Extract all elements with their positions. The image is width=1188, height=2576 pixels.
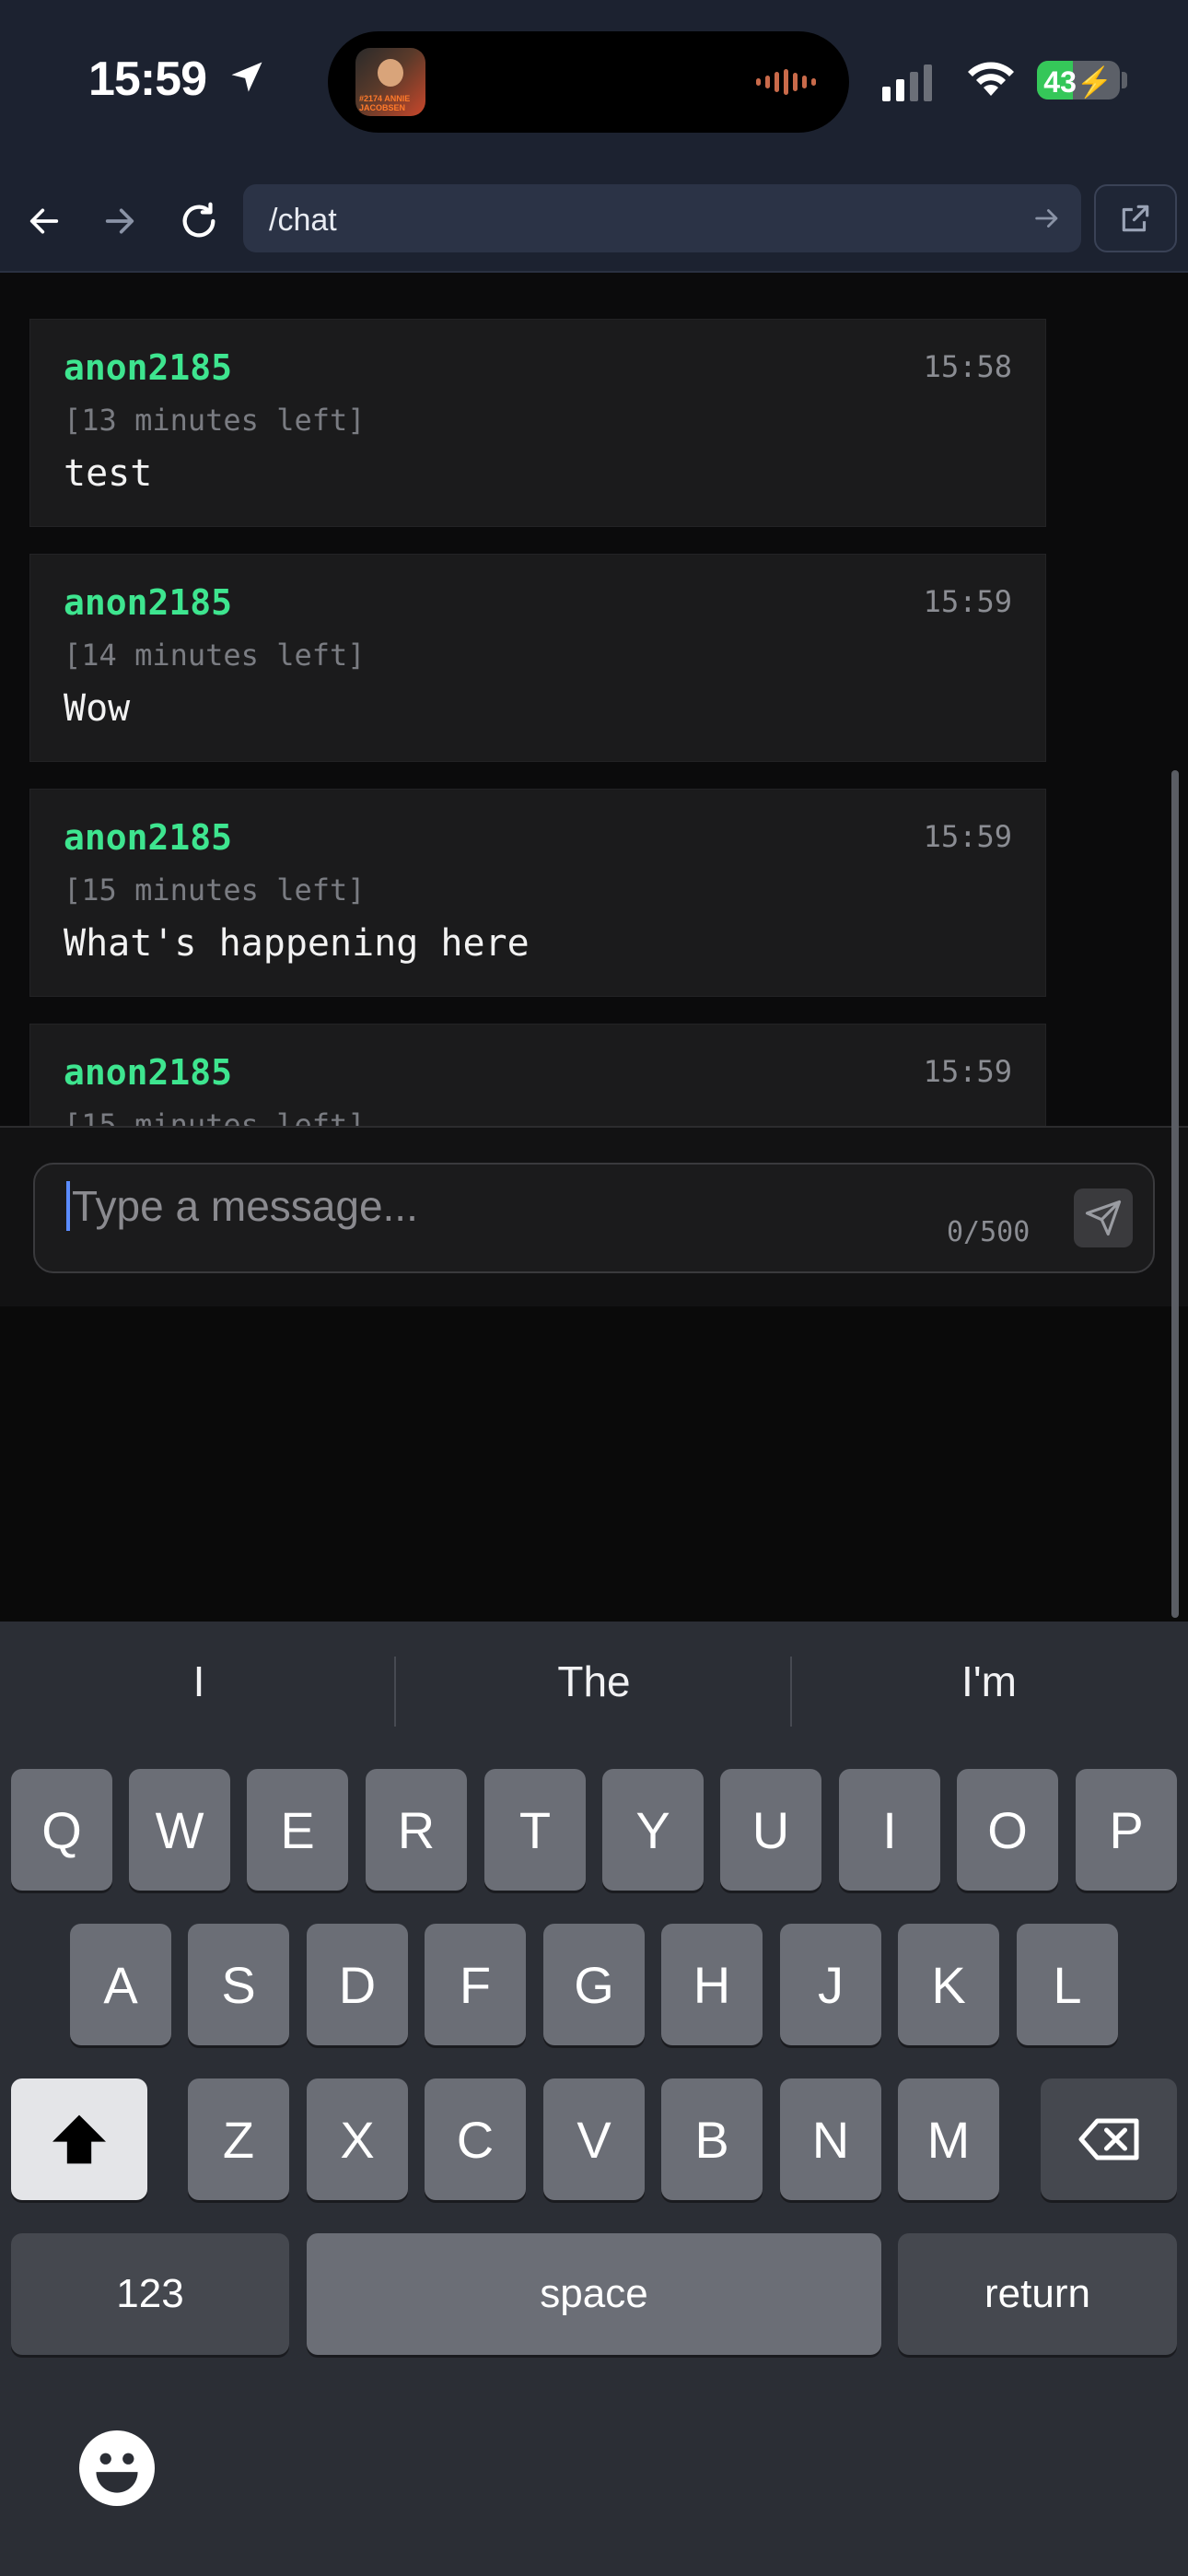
message-expiry: [15 minutes left]: [64, 872, 366, 907]
key-o[interactable]: O: [957, 1769, 1058, 1891]
wifi-icon: [968, 62, 1014, 96]
dynamic-island[interactable]: #2174 ANNIE JACOBSEN: [328, 31, 849, 133]
suggestion-divider: [790, 1657, 792, 1727]
message-username: anon2185: [64, 582, 233, 623]
key-y[interactable]: Y: [602, 1769, 704, 1891]
forward-button[interactable]: [92, 193, 147, 249]
key-z[interactable]: Z: [188, 2078, 289, 2200]
numbers-key[interactable]: 123: [11, 2233, 289, 2355]
location-arrow-icon: [231, 62, 262, 92]
suggestion-1[interactable]: I: [24, 1657, 374, 1706]
character-counter: 0/500: [947, 1216, 1031, 1248]
key-e[interactable]: E: [247, 1769, 348, 1891]
chat-message-list[interactable]: anon2185 15:58 [13 minutes left] test an…: [0, 273, 1188, 1126]
message-username: anon2185: [64, 1052, 233, 1093]
battery-percentage: 43⚡: [1043, 65, 1113, 99]
send-button[interactable]: [1074, 1188, 1133, 1247]
key-v[interactable]: V: [543, 2078, 645, 2200]
key-c[interactable]: C: [425, 2078, 526, 2200]
suggestion-2[interactable]: The: [419, 1657, 769, 1706]
battery-icon: 43⚡: [1037, 61, 1120, 100]
key-f[interactable]: F: [425, 1924, 526, 2045]
key-n[interactable]: N: [780, 2078, 881, 2200]
message-time: 15:58: [923, 349, 1012, 384]
battery-cap: [1122, 72, 1127, 88]
message-username: anon2185: [64, 817, 233, 858]
smiley-face-icon: [96, 2453, 138, 2493]
cellular-signal-icon: [882, 64, 932, 101]
back-button[interactable]: [17, 193, 72, 249]
on-screen-keyboard: I The I'm Q W E R T Y U I O P A S D F G …: [0, 1622, 1188, 2576]
key-q[interactable]: Q: [11, 1769, 112, 1891]
status-bar: 15:59 #2174 ANNIE JACOBSEN 43⚡: [0, 0, 1188, 171]
key-h[interactable]: H: [661, 1924, 763, 2045]
clock: 15:59: [88, 53, 207, 106]
shift-key[interactable]: [11, 2078, 147, 2200]
key-a[interactable]: A: [70, 1924, 171, 2045]
url-text: /chat: [269, 203, 337, 238]
emoji-icon[interactable]: [79, 2430, 155, 2506]
message-expiry: [14 minutes left]: [64, 638, 366, 673]
key-l[interactable]: L: [1017, 1924, 1118, 2045]
arrow-right-icon: [105, 208, 134, 234]
message-username: anon2185: [64, 347, 233, 388]
key-p[interactable]: P: [1076, 1769, 1177, 1891]
key-m[interactable]: M: [898, 2078, 999, 2200]
key-w[interactable]: W: [129, 1769, 230, 1891]
message-expiry: [15 minutes left]: [64, 1107, 366, 1126]
key-k[interactable]: K: [898, 1924, 999, 2045]
key-u[interactable]: U: [720, 1769, 821, 1891]
chat-message: anon2185 15:59 [15 minutes left] What's …: [29, 789, 1046, 997]
suggestion-divider: [394, 1657, 396, 1727]
backspace-key[interactable]: [1041, 2078, 1177, 2200]
chat-message: anon2185 15:58 [13 minutes left] test: [29, 319, 1046, 527]
backspace-icon: [1078, 2118, 1139, 2160]
refresh-icon: [182, 202, 215, 238]
address-bar[interactable]: /chat: [243, 184, 1081, 252]
key-i[interactable]: I: [839, 1769, 940, 1891]
arrow-left-icon: [29, 208, 59, 234]
go-arrow-icon[interactable]: [1031, 203, 1063, 234]
message-time: 15:59: [923, 584, 1012, 619]
message-text: What's happening here: [64, 922, 530, 965]
text-cursor: [66, 1181, 70, 1231]
key-g[interactable]: G: [543, 1924, 645, 2045]
open-external-button[interactable]: [1094, 184, 1177, 252]
artwork-text: #2174 ANNIE JACOBSEN: [359, 94, 411, 112]
scrollbar[interactable]: [1171, 770, 1179, 1618]
message-input-placeholder: Type a message...: [72, 1182, 418, 1230]
key-s[interactable]: S: [188, 1924, 289, 2045]
key-t[interactable]: T: [484, 1769, 586, 1891]
return-key[interactable]: return: [898, 2233, 1177, 2355]
message-time: 15:59: [923, 819, 1012, 854]
external-link-icon: [1122, 205, 1149, 232]
chat-message: anon2185 15:59 [15 minutes left]: [29, 1024, 1046, 1126]
reload-button[interactable]: [171, 193, 227, 249]
key-b[interactable]: B: [661, 2078, 763, 2200]
space-key[interactable]: space: [307, 2233, 881, 2355]
message-expiry: [13 minutes left]: [64, 403, 366, 438]
page-background: [0, 1306, 1188, 1622]
shift-arrow-icon: [52, 2114, 106, 2164]
audio-waveform-icon: [756, 68, 816, 96]
key-j[interactable]: J: [780, 1924, 881, 2045]
send-icon: [1085, 1200, 1122, 1236]
key-r[interactable]: R: [366, 1769, 467, 1891]
message-text: test: [64, 452, 153, 495]
browser-toolbar: /chat: [0, 171, 1188, 273]
now-playing-artwork[interactable]: #2174 ANNIE JACOBSEN: [355, 48, 425, 116]
message-time: 15:59: [923, 1054, 1012, 1089]
suggestion-3[interactable]: I'm: [814, 1657, 1164, 1706]
key-x[interactable]: X: [307, 2078, 408, 2200]
message-text: Wow: [64, 687, 131, 730]
chat-message: anon2185 15:59 [14 minutes left] Wow: [29, 554, 1046, 762]
key-d[interactable]: D: [307, 1924, 408, 2045]
